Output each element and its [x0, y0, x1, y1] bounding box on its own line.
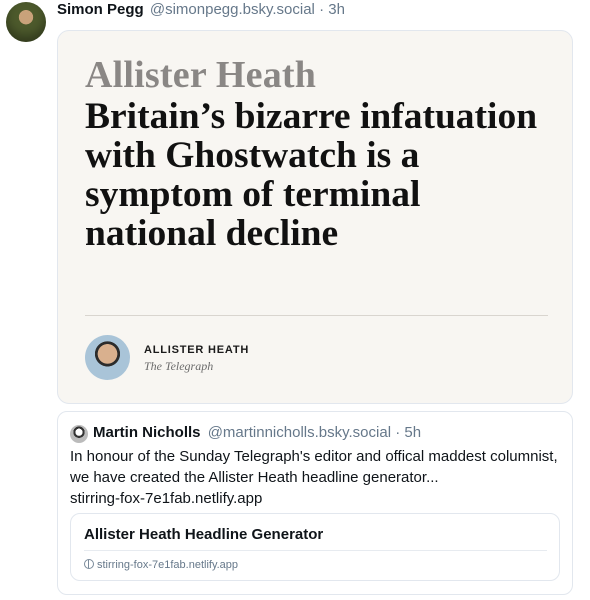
link-title[interactable]: Allister Heath Headline Generator [84, 526, 323, 543]
quote-link[interactable]: stirring-fox-7e1fab.netlify.app [70, 488, 560, 509]
post-header: Simon Pegg @simonpegg.bsky.social · 3h [57, 1, 345, 19]
byline-name: ALLISTER HEATH [144, 344, 250, 356]
author-name[interactable]: Simon Pegg [57, 1, 144, 18]
link-domain-row: stirring-fox-7e1fab.netlify.app [84, 558, 238, 571]
quote-author-name[interactable]: Martin Nicholls [93, 424, 201, 441]
author-avatar[interactable] [6, 2, 46, 42]
quote-text-block: In honour of the Sunday Telegraph's edit… [70, 446, 560, 509]
author-handle[interactable]: @simonpegg.bsky.social [150, 1, 315, 18]
quote-header: Martin Nicholls @martinnicholls.bsky.soc… [93, 424, 421, 442]
link-preview-card[interactable]: Allister Heath Headline Generator stirri… [70, 513, 560, 581]
quote-body: In honour of the Sunday Telegraph's edit… [70, 448, 558, 486]
quote-separator: · [395, 424, 401, 441]
link-domain[interactable]: stirring-fox-7e1fab.netlify.app [97, 559, 238, 571]
link-divider [84, 550, 547, 551]
byline-outlet: The Telegraph [144, 359, 214, 373]
quoted-post[interactable]: Martin Nicholls @martinnicholls.bsky.soc… [57, 411, 573, 595]
quote-author-handle[interactable]: @martinnicholls.bsky.social [208, 424, 391, 441]
byline-photo [85, 335, 130, 380]
image-kicker: Allister Heath [85, 54, 317, 96]
globe-icon [84, 559, 94, 569]
post-time[interactable]: 3h [328, 1, 345, 18]
image-divider [85, 315, 548, 316]
post-image[interactable]: Allister Heath Britain’s bizarre infatua… [57, 30, 573, 404]
image-headline: Britain’s bizarre infatuation with Ghost… [85, 96, 538, 254]
quote-author-avatar[interactable] [70, 425, 88, 443]
quote-time[interactable]: 5h [404, 424, 421, 441]
header-separator: · [319, 1, 325, 18]
